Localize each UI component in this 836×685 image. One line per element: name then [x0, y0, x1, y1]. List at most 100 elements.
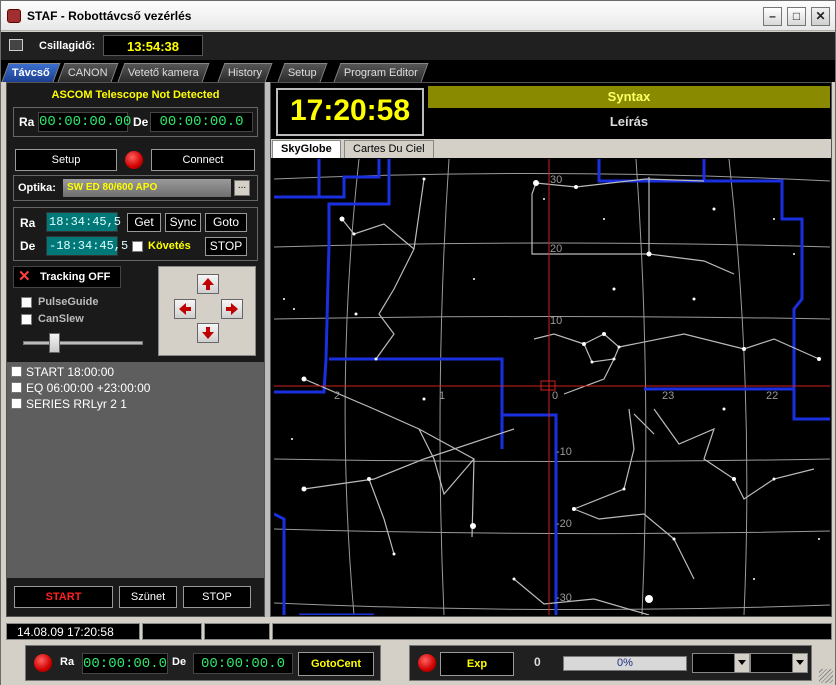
- monitor-icon: [9, 39, 23, 51]
- optika-select[interactable]: SW ED 80/600 APO: [63, 179, 231, 197]
- setup-button[interactable]: Setup: [15, 149, 117, 171]
- footer-led-icon: [34, 654, 52, 672]
- pulseguide-label: PulseGuide: [38, 296, 99, 308]
- target-box: Ra 18:34:45,5 De -18:34:45,5 Get Sync Go…: [13, 207, 258, 261]
- progress-text: 0%: [617, 657, 633, 669]
- sequence-checkbox[interactable]: [11, 366, 22, 377]
- tab-program-editor[interactable]: Program Editor: [333, 63, 429, 82]
- sky-panel: 17:20:58 Syntax Leírás SkyGlobe Cartes D…: [270, 82, 832, 617]
- exp-button[interactable]: Exp: [440, 652, 514, 676]
- tab-vetito-kamera[interactable]: Vetető kamera: [117, 63, 210, 82]
- kovetes-label: Követés: [148, 240, 191, 252]
- canslew-label: CanSlew: [38, 313, 84, 325]
- ra-grid: [344, 159, 748, 615]
- footer-bar: Ra 00:00:00.0 De 00:00:00.0 GotoCent Exp…: [1, 643, 835, 685]
- footer-ra-label: Ra: [60, 656, 75, 668]
- status-cell: [204, 623, 270, 640]
- tab-label: Vetető kamera: [127, 67, 199, 79]
- ra-tick-label: 22: [766, 390, 778, 402]
- tab-label: Program Editor: [343, 67, 418, 79]
- sequence-text: SERIES RRLyr 2 1: [26, 397, 127, 411]
- sequence-controls: START Szünet STOP: [7, 578, 264, 616]
- binning-select[interactable]: [750, 653, 808, 673]
- status-datetime: 14.08.09 17:20:58: [6, 623, 140, 640]
- status-bar: 14.08.09 17:20:58: [1, 621, 835, 641]
- connection-led-icon: [125, 151, 143, 169]
- description-text: Leírás: [428, 108, 830, 136]
- footer-exposure-group: Exp 0 0%: [409, 645, 812, 681]
- tab-history[interactable]: History: [217, 63, 273, 82]
- resize-grip-icon[interactable]: [819, 669, 833, 683]
- dec-tick-label: -30: [556, 592, 572, 604]
- tab-label: Setup: [287, 67, 317, 79]
- east-button[interactable]: [221, 299, 243, 319]
- west-button[interactable]: [174, 299, 196, 319]
- pause-button[interactable]: Szünet: [119, 586, 177, 608]
- tab-skyglobe[interactable]: SkyGlobe: [272, 140, 341, 158]
- sky-chart[interactable]: 2 1 0 23 22 30 20 10 -10 -20 -30: [274, 159, 830, 615]
- footer-position-group: Ra 00:00:00.0 De 00:00:00.0 GotoCent: [25, 645, 381, 681]
- tracking-label: Tracking OFF: [40, 271, 111, 283]
- status-message: [272, 623, 832, 640]
- north-button[interactable]: [197, 274, 219, 294]
- pulseguide-checkbox[interactable]: [21, 297, 32, 308]
- coordinates-box: Ra 00:00:00.00 De 00:00:00.0: [13, 107, 258, 137]
- ra-tick-label: 23: [662, 390, 674, 402]
- title-bar: STAF - Robottávcső vezérlés – □ ✕: [1, 1, 835, 31]
- maximize-button[interactable]: □: [787, 7, 806, 26]
- sequence-text: EQ 06:00:00 +23:00:00: [26, 381, 151, 395]
- sidereal-row: Csillagidő: 13:54:38: [1, 32, 835, 60]
- target-de-input[interactable]: -18:34:45,5: [46, 236, 128, 256]
- optika-label: Optika:: [18, 182, 56, 194]
- exposure-progress-bar: 0%: [563, 656, 687, 671]
- camera-select[interactable]: [692, 653, 750, 673]
- sequence-checkbox[interactable]: [11, 398, 22, 409]
- sequence-text: START 18:00:00: [26, 365, 115, 379]
- sidereal-label: Csillagidő:: [39, 40, 96, 52]
- ra-tick-label: 0: [552, 390, 558, 402]
- tracking-toggle[interactable]: ✕ Tracking OFF: [13, 266, 121, 288]
- optika-browse-button[interactable]: ...: [234, 180, 250, 196]
- tab-label: CANON: [67, 67, 108, 79]
- list-item[interactable]: SERIES RRLyr 2 1: [11, 397, 127, 411]
- ra-display: 00:00:00.00: [38, 112, 132, 132]
- exposure-led-icon: [418, 654, 436, 672]
- slew-rate-slider[interactable]: [49, 333, 61, 353]
- dec-tick-label: 20: [550, 243, 562, 255]
- ra-tick-label: 2: [334, 390, 340, 402]
- get-button[interactable]: Get: [127, 213, 161, 232]
- local-clock: 17:20:58: [276, 88, 424, 136]
- south-button[interactable]: [197, 323, 219, 343]
- gotocent-button[interactable]: GotoCent: [298, 652, 374, 676]
- tab-cartes-du-ciel[interactable]: Cartes Du Ciel: [344, 140, 434, 158]
- footer-de-display: 00:00:00.0: [193, 653, 293, 674]
- close-button[interactable]: ✕: [811, 7, 830, 26]
- list-item[interactable]: EQ 06:00:00 +23:00:00: [11, 381, 150, 395]
- start-button[interactable]: START: [14, 586, 113, 608]
- list-item[interactable]: START 18:00:00: [11, 365, 114, 379]
- ra-tick-label: 1: [439, 390, 445, 402]
- goto-button[interactable]: Goto: [205, 213, 247, 232]
- target-ra-input[interactable]: 18:34:45,5: [46, 212, 121, 232]
- footer-ra-display: 00:00:00.0: [82, 653, 168, 674]
- chevron-down-icon[interactable]: [734, 654, 749, 672]
- canslew-checkbox[interactable]: [21, 314, 32, 325]
- chevron-down-icon[interactable]: [792, 654, 807, 672]
- stop-button[interactable]: STOP: [183, 586, 251, 608]
- connect-button[interactable]: Connect: [151, 149, 255, 171]
- kovetes-checkbox[interactable]: [132, 241, 143, 252]
- minimize-button[interactable]: –: [763, 7, 782, 26]
- dec-tick-label: -10: [556, 446, 572, 458]
- telescope-panel: ASCOM Telescope Not Detected Ra 00:00:00…: [6, 82, 265, 617]
- main-window: STAF - Robottávcső vezérlés – □ ✕ Csilla…: [0, 0, 836, 685]
- tab-tavcso[interactable]: Távcső: [1, 63, 61, 82]
- tab-setup[interactable]: Setup: [277, 63, 328, 82]
- main-tabs: Távcső CANON Vetető kamera History Setup…: [1, 60, 835, 82]
- sequence-checkbox[interactable]: [11, 382, 22, 393]
- optika-box: Optika: SW ED 80/600 APO ...: [13, 175, 258, 201]
- exposure-count: 0: [534, 655, 541, 669]
- sky-map[interactable]: 2 1 0 23 22 30 20 10 -10 -20 -30: [274, 159, 830, 615]
- tab-canon[interactable]: CANON: [57, 63, 119, 82]
- target-stop-button[interactable]: STOP: [205, 237, 247, 256]
- sync-button[interactable]: Sync: [165, 213, 201, 232]
